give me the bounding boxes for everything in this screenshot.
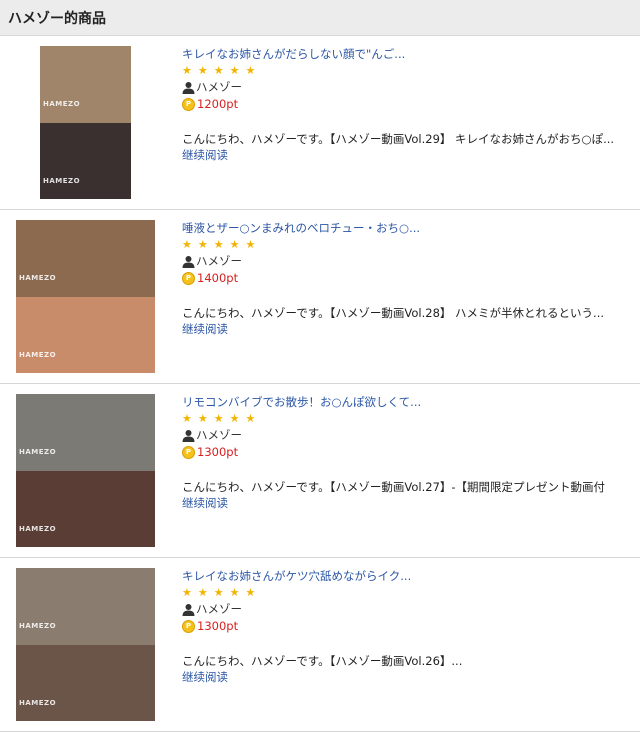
section-header: ハメゾー的商品 [0, 0, 640, 36]
product-info: キレイなお姉さんがだらしない顔で"んご... ★★★★★ ハメゾー P 1200… [182, 46, 640, 164]
thumbnail-watermark: HAMEZO [19, 351, 57, 359]
thumbnail-watermark: HAMEZO [19, 274, 57, 282]
author-name: ハメゾー [196, 428, 242, 442]
thumbnail-top [16, 568, 155, 645]
product-author: ハメゾー [182, 253, 640, 270]
thumbnail-bottom [16, 296, 155, 373]
user-icon [182, 82, 195, 94]
product-item: HAMEZO HAMEZO 唾液とザー○ンまみれのベロチュー・おち○... ★★… [0, 210, 640, 384]
product-title-link[interactable]: キレイなお姉さんがケツ穴舐めながらイク... [182, 568, 640, 584]
product-thumbnail[interactable]: HAMEZO HAMEZO [16, 220, 155, 373]
product-info: 唾液とザー○ンまみれのベロチュー・おち○... ★★★★★ ハメゾー P 140… [182, 220, 640, 338]
product-description: こんにちわ、ハメゾーです。【ハメゾー動画Vol.28】 ハメミが半休とれるという… [182, 306, 605, 320]
product-info: キレイなお姉さんがケツ穴舐めながらイク... ★★★★★ ハメゾー P 1300… [182, 568, 640, 686]
product-thumbnail[interactable]: HAMEZO HAMEZO [16, 394, 155, 547]
author-name: ハメゾー [196, 254, 242, 268]
thumbnail-watermark: HAMEZO [43, 100, 81, 108]
user-icon [182, 256, 195, 268]
thumbnail-bottom [40, 122, 131, 199]
product-author: ハメゾー [182, 601, 640, 618]
thumbnail-top [16, 220, 155, 297]
rating-stars: ★★★★★ [182, 238, 262, 251]
product-price: P 1300pt [182, 444, 640, 461]
product-item: HAMEZO HAMEZO キレイなお姉さんがケツ穴舐めながらイク... ★★★… [0, 558, 640, 732]
product-price: P 1300pt [182, 618, 640, 635]
thumbnail-watermark: HAMEZO [19, 699, 57, 707]
product-info: リモコンバイブでお散歩！お○んぽ欲しくて... ★★★★★ ハメゾー P 130… [182, 394, 640, 512]
read-more-link[interactable]: 继续阅读 [182, 495, 640, 512]
thumbnail-top [16, 394, 155, 471]
rating-stars: ★★★★★ [182, 64, 262, 77]
coin-icon: P [182, 98, 195, 111]
user-icon [182, 604, 195, 616]
product-list: HAMEZO HAMEZO キレイなお姉さんがだらしない顔で"んご... ★★★… [0, 36, 640, 732]
price-value: 1400pt [197, 271, 239, 285]
section-title: ハメゾー的商品 [8, 10, 106, 27]
read-more-link[interactable]: 继续阅读 [182, 147, 640, 164]
coin-icon: P [182, 272, 195, 285]
author-name: ハメゾー [196, 602, 242, 616]
author-name: ハメゾー [196, 80, 242, 94]
thumbnail-bottom [16, 644, 155, 721]
product-description: こんにちわ、ハメゾーです。【ハメゾー動画Vol.29】 キレイなお姉さんがおち○… [182, 132, 615, 146]
product-description: こんにちわ、ハメゾーです。【ハメゾー動画Vol.26】... [182, 654, 463, 668]
coin-icon: P [182, 446, 195, 459]
thumbnail-watermark: HAMEZO [43, 177, 81, 185]
price-value: 1300pt [197, 619, 239, 633]
coin-icon: P [182, 620, 195, 633]
thumbnail-bottom [16, 470, 155, 547]
product-thumbnail[interactable]: HAMEZO HAMEZO [40, 46, 131, 199]
product-title-link[interactable]: リモコンバイブでお散歩！お○んぽ欲しくて... [182, 394, 640, 410]
read-more-link[interactable]: 继续阅读 [182, 321, 640, 338]
thumbnail-top [40, 46, 131, 123]
thumbnail-watermark: HAMEZO [19, 448, 57, 456]
product-title-link[interactable]: キレイなお姉さんがだらしない顔で"んご... [182, 46, 640, 62]
product-item: HAMEZO HAMEZO キレイなお姉さんがだらしない顔で"んご... ★★★… [0, 36, 640, 210]
product-price: P 1200pt [182, 96, 640, 113]
thumbnail-watermark: HAMEZO [19, 622, 57, 630]
price-value: 1300pt [197, 445, 239, 459]
product-price: P 1400pt [182, 270, 640, 287]
product-item: HAMEZO HAMEZO リモコンバイブでお散歩！お○んぽ欲しくて... ★★… [0, 384, 640, 558]
product-author: ハメゾー [182, 79, 640, 96]
product-description: こんにちわ、ハメゾーです。【ハメゾー動画Vol.27】-【期間限定プレゼント動画… [182, 480, 606, 494]
product-thumbnail[interactable]: HAMEZO HAMEZO [16, 568, 155, 721]
rating-stars: ★★★★★ [182, 412, 262, 425]
price-value: 1200pt [197, 97, 239, 111]
thumbnail-watermark: HAMEZO [19, 525, 57, 533]
product-author: ハメゾー [182, 427, 640, 444]
product-title-link[interactable]: 唾液とザー○ンまみれのベロチュー・おち○... [182, 220, 640, 236]
rating-stars: ★★★★★ [182, 586, 262, 599]
user-icon [182, 430, 195, 442]
read-more-link[interactable]: 继续阅读 [182, 669, 640, 686]
